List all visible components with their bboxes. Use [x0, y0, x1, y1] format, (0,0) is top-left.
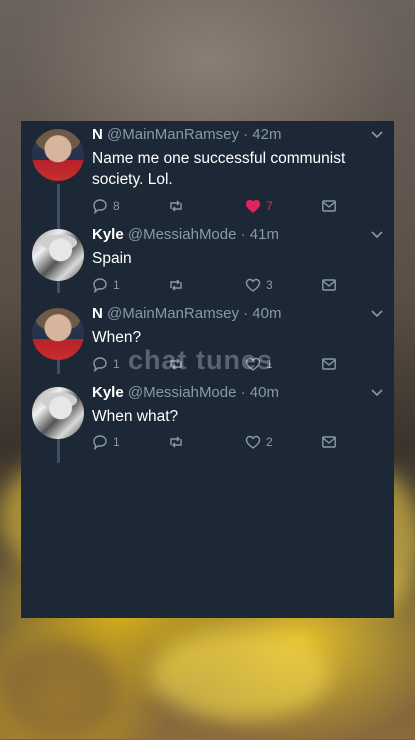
like-icon [245, 199, 261, 213]
dm-icon [322, 358, 336, 370]
avatar[interactable] [32, 387, 84, 439]
tweet-text: Spain [92, 250, 132, 267]
user-handle[interactable]: @MainManRamsey [107, 126, 239, 143]
watermark: chat tunes [128, 345, 274, 375]
tweet-header: Kyle @MessiahMode · 40m [92, 384, 279, 401]
avatar[interactable] [32, 308, 84, 360]
chevron-down-icon[interactable] [370, 130, 384, 140]
tweet-header: N @MainManRamsey · 42m [92, 126, 281, 143]
like-count: 7 [266, 199, 273, 213]
user-handle[interactable]: @MessiahMode [128, 226, 237, 243]
background-blob [150, 630, 330, 720]
like-button[interactable]: 2 [245, 433, 273, 451]
reply-count: 1 [113, 278, 120, 292]
like-count: 2 [266, 435, 273, 449]
tweet-actions: 8 7 [92, 197, 372, 215]
dm-button[interactable] [321, 355, 337, 373]
tweet[interactable]: Kyle @MessiahMode · 41m Spain 1 3 [21, 221, 394, 300]
dm-button[interactable] [321, 276, 337, 294]
tweet-actions: 1 2 [92, 433, 372, 451]
dm-button[interactable] [321, 433, 337, 451]
reply-count: 1 [113, 435, 120, 449]
chevron-down-icon[interactable] [370, 309, 384, 319]
reply-count: 1 [113, 357, 120, 371]
dm-icon [322, 279, 336, 291]
reply-button[interactable]: 1 [92, 433, 120, 451]
timestamp: · 40m [240, 384, 279, 401]
tweet-actions: 1 3 [92, 276, 372, 294]
like-icon [245, 278, 261, 292]
dm-icon [322, 200, 336, 212]
reply-icon [93, 278, 107, 293]
avatar[interactable] [32, 229, 84, 281]
like-button[interactable]: 7 [245, 197, 273, 215]
display-name[interactable]: Kyle [92, 384, 124, 401]
timestamp: · 40m [243, 305, 282, 322]
avatar[interactable] [32, 129, 84, 181]
retweet-button[interactable] [168, 276, 189, 294]
tweet-header: N @MainManRamsey · 40m [92, 305, 281, 322]
display-name[interactable]: N [92, 126, 103, 143]
reply-icon [93, 199, 107, 214]
display-name[interactable]: Kyle [92, 226, 124, 243]
chevron-down-icon[interactable] [370, 388, 384, 398]
user-handle[interactable]: @MainManRamsey [107, 305, 239, 322]
retweet-button[interactable] [168, 197, 189, 215]
reply-icon [93, 435, 107, 450]
like-count: 3 [266, 278, 273, 292]
tweet-text: Name me one successful communist society… [92, 150, 346, 188]
tweet[interactable]: N @MainManRamsey · 42m Name me one succe… [21, 121, 394, 214]
retweet-icon [170, 200, 182, 212]
like-button[interactable]: 3 [245, 276, 273, 294]
tweet-header: Kyle @MessiahMode · 41m [92, 226, 279, 243]
reply-button[interactable]: 1 [92, 355, 120, 373]
retweet-icon [170, 279, 182, 291]
user-handle[interactable]: @MessiahMode [128, 384, 237, 401]
reply-button[interactable]: 8 [92, 197, 120, 215]
timestamp: · 42m [243, 126, 282, 143]
retweet-icon [170, 436, 182, 448]
tweet-text: When what? [92, 408, 179, 425]
reply-count: 8 [113, 199, 120, 213]
chevron-down-icon[interactable] [370, 230, 384, 240]
display-name[interactable]: N [92, 305, 103, 322]
tweet[interactable]: Kyle @MessiahMode · 40m When what? 1 2 [21, 379, 394, 458]
reply-button[interactable]: 1 [92, 276, 120, 294]
background-blob [0, 640, 120, 740]
reply-icon [93, 357, 107, 372]
dm-icon [322, 436, 336, 448]
dm-button[interactable] [321, 197, 337, 215]
timestamp: · 41m [240, 226, 279, 243]
like-icon [245, 435, 261, 449]
retweet-button[interactable] [168, 433, 189, 451]
